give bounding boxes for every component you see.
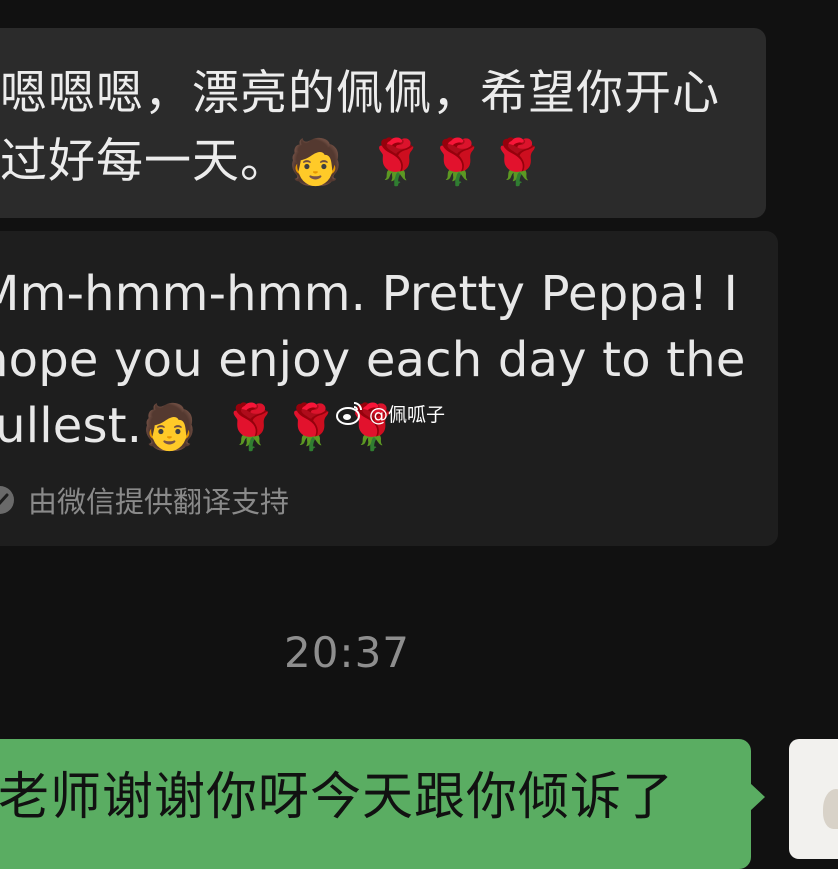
- incoming-message-text: 嗯嗯嗯，漂亮的佩佩，希望你开心过好每一天。🧑 🌹🌹🌹: [0, 60, 740, 197]
- watermark-text: @佩呱子: [369, 403, 446, 426]
- watermark: @佩呱子: [335, 399, 445, 427]
- bubble-tail: [750, 783, 765, 811]
- avatar-figure: [823, 789, 838, 829]
- translation-footer-text: 由微信提供翻译支持: [28, 485, 290, 519]
- avatar[interactable]: [789, 739, 838, 859]
- incoming-message-bubble[interactable]: 嗯嗯嗯，漂亮的佩佩，希望你开心过好每一天。🧑 🌹🌹🌹: [0, 28, 766, 218]
- outgoing-message-bubble[interactable]: 老师谢谢你呀今天跟你倾诉了: [0, 739, 765, 869]
- translation-footer: 由微信提供翻译支持: [0, 479, 289, 521]
- translation-text: Mm-hmm-hmm. Pretty Peppa! I hope you enj…: [0, 261, 778, 461]
- incoming-message-emojis: 🧑 🌹🌹🌹: [288, 137, 552, 188]
- outgoing-message-text: 老师谢谢你呀今天跟你倾诉了: [0, 768, 675, 827]
- weibo-icon: [336, 402, 362, 425]
- message-timestamp: 20:37: [283, 628, 411, 677]
- check-circle-icon: [0, 486, 14, 514]
- translation-card[interactable]: Mm-hmm-hmm. Pretty Peppa! I hope you enj…: [0, 231, 778, 546]
